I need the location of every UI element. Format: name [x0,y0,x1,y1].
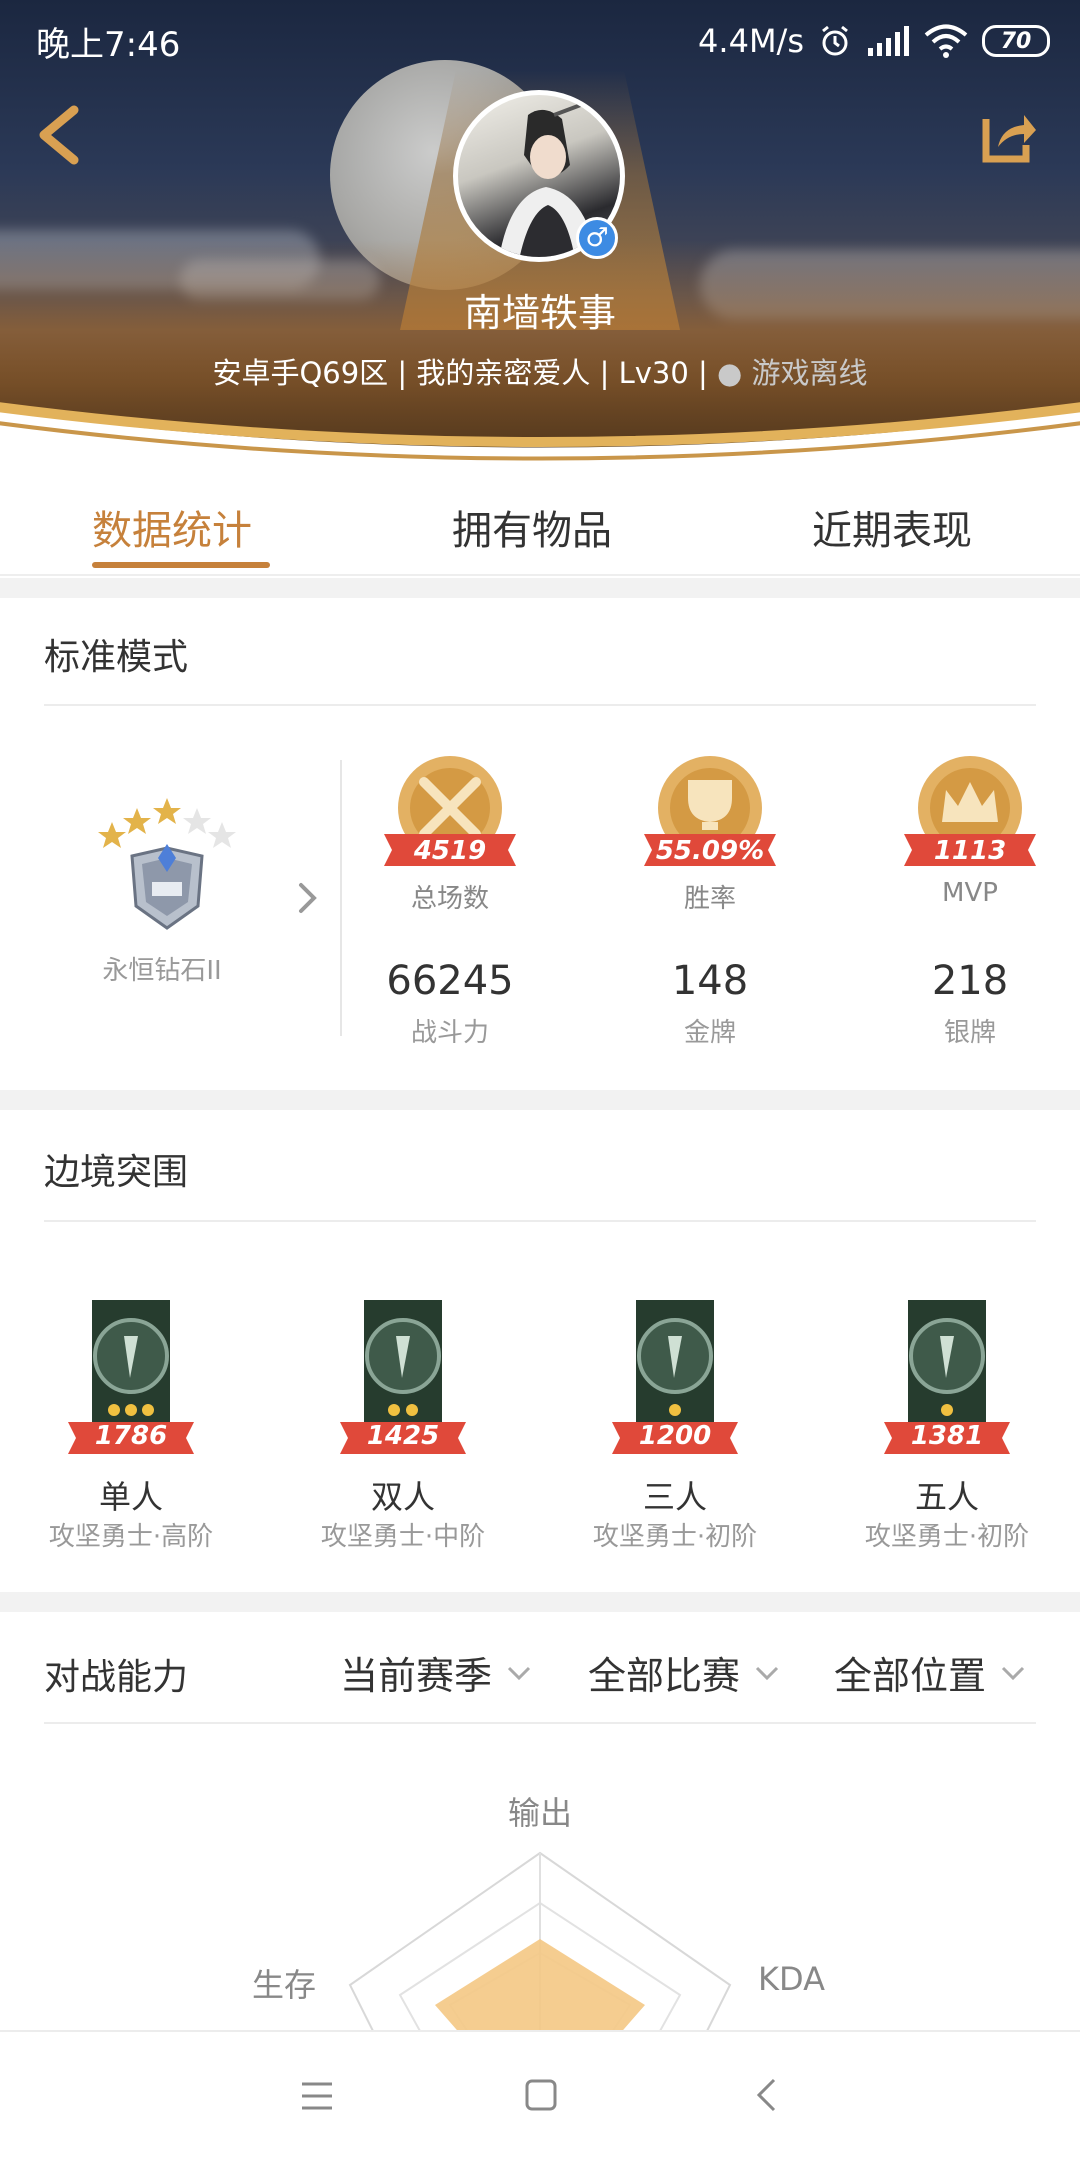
gold-ribbon-decoration [0,402,1080,480]
squad-score: 1381 [910,1421,984,1451]
win-rate-label: 胜率 [683,884,736,914]
back-arrow-icon[interactable] [30,100,90,170]
season-filter-label: 当前赛季 [340,1654,493,1698]
section-gap [0,578,1080,598]
duo-rank-label: 攻坚勇士·中阶 [320,1522,486,1552]
season-filter[interactable]: 当前赛季 [340,1645,532,1700]
match-type-filter[interactable]: 全部比赛 [588,1645,780,1700]
radar-label-survival: 生存 [252,1966,317,2004]
solo-mode-label: 单人 [98,1478,163,1516]
chevron-down-icon [755,1666,779,1680]
tab-data-stats[interactable]: 数据统计 [92,498,252,556]
squad-rank-label: 攻坚勇士·初阶 [864,1522,1030,1552]
mvp-value: 1113 [933,836,1007,866]
standard-mode-title: 标准模式 [44,637,189,678]
section-divider [44,1220,1036,1222]
total-matches-label: 总场数 [410,884,489,914]
chevron-down-icon [1001,1666,1025,1680]
section-divider [44,704,1036,706]
radar-label-output: 输出 [508,1794,573,1832]
trio-mode-label: 三人 [642,1478,707,1516]
tab-owned-items[interactable]: 拥有物品 [452,498,612,556]
duo-mode-label: 双人 [370,1478,435,1516]
duo-score: 1425 [366,1421,440,1451]
section-divider [44,1722,1036,1724]
position-filter-label: 全部位置 [834,1654,987,1698]
solo-rank-label: 攻坚勇士·高阶 [48,1522,214,1552]
silver-medal-value: 218 [931,958,1009,1004]
position-filter[interactable]: 全部位置 [834,1645,1026,1700]
system-navigation-bar [0,2030,1080,2160]
match-type-filter-label: 全部比赛 [588,1654,741,1698]
mvp-label: MVP [942,878,998,908]
active-tab-indicator [92,562,270,568]
online-status: ● 游戏离线 [717,356,868,390]
battle-ability-title: 对战能力 [44,1657,189,1698]
chevron-right-icon[interactable] [296,880,320,916]
radar-chart [348,1851,732,2035]
player-server-info: 安卓手Q69区 | 我的亲密爱人 | Lv30 | [212,356,718,390]
total-matches-value: 4519 [413,836,487,866]
vertical-divider [340,760,342,1036]
squad-mode-label: 五人 [914,1478,979,1516]
solo-score: 1786 [94,1421,168,1451]
signal-icon [868,26,909,56]
combat-power-value: 66245 [386,958,514,1004]
network-speed: 4.4M/s [698,22,804,60]
male-gender-icon: ♂ [576,217,618,259]
combat-power-label: 战斗力 [410,1018,489,1048]
silver-medal-label: 银牌 [943,1018,996,1048]
rank-name: 永恒钻石II [102,956,222,986]
profile-header: 晚上7:46 4.4M/s 70 ♂ 南墙轶事 安卓手Q69区 | 我的亲密爱人… [0,0,1080,480]
wifi-icon [924,24,968,58]
radar-label-kda: KDA [758,1960,825,1998]
status-bar: 晚上7:46 4.4M/s 70 [36,16,1050,66]
trio-rank-label: 攻坚勇士·初阶 [592,1522,758,1552]
section-gap [0,1592,1080,1612]
tab-recent-performance[interactable]: 近期表现 [812,498,972,556]
border-siege-title: 边境突围 [44,1152,189,1193]
battery-indicator: 70 [982,25,1050,57]
home-icon[interactable] [524,2078,558,2112]
trio-score: 1200 [638,1421,712,1451]
section-gap [0,1090,1080,1110]
diamond-rank-icon[interactable] [92,786,242,936]
gold-medal-value: 148 [671,958,749,1004]
player-info: 安卓手Q69区 | 我的亲密爱人 | Lv30 | ● 游戏离线 [0,350,1080,392]
player-nickname: 南墙轶事 [463,291,616,335]
alarm-icon [822,25,848,56]
back-icon[interactable] [754,2076,778,2114]
chevron-down-icon [507,1666,531,1680]
status-time: 晚上7:46 [36,24,181,65]
tab-bar: 数据统计 拥有物品 近期表现 [0,480,1080,576]
share-icon[interactable] [978,105,1040,167]
win-rate-value: 55.09% [655,836,765,866]
menu-icon[interactable] [300,2080,334,2112]
gold-medal-label: 金牌 [683,1018,736,1048]
